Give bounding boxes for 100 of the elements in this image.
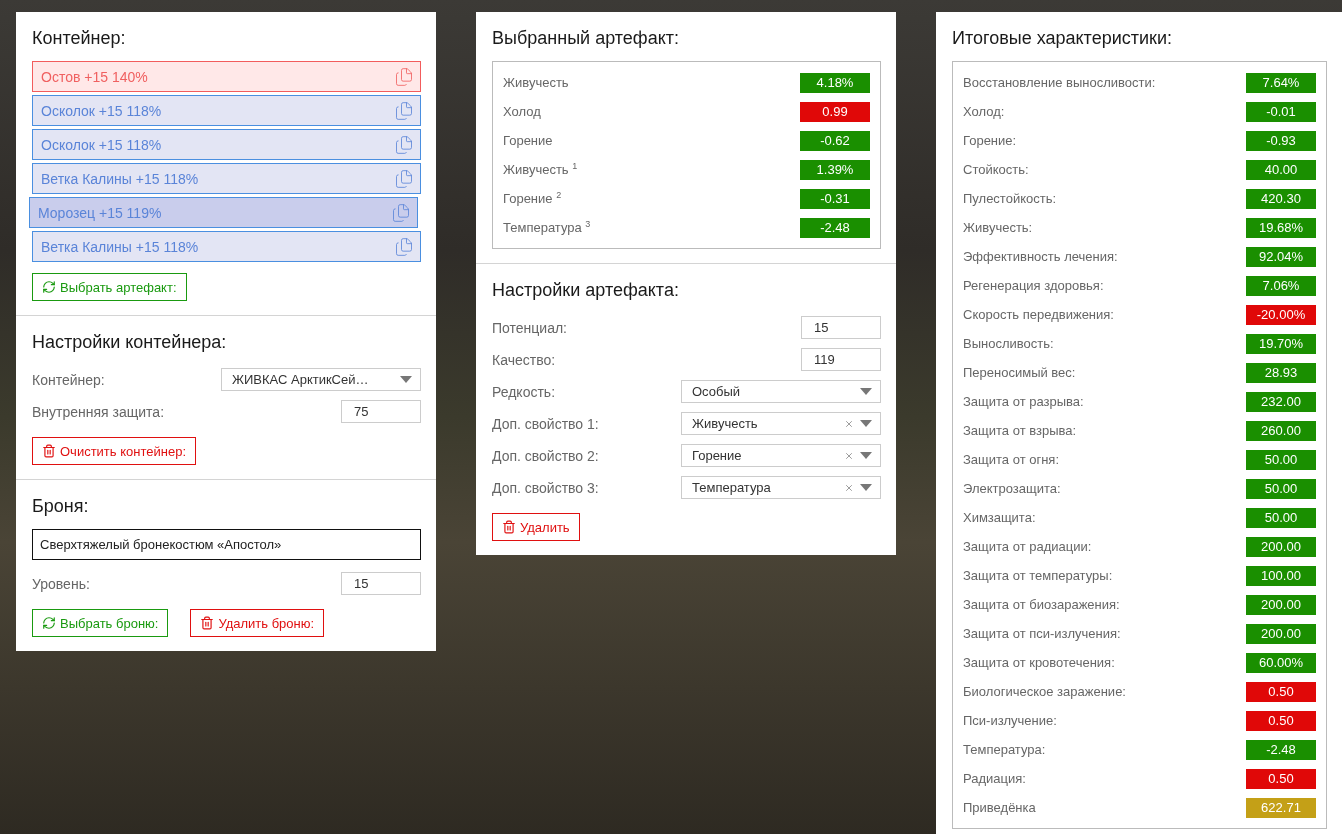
stat-label: Горение $^{2}$ xyxy=(503,190,562,207)
number-input[interactable]: 119 xyxy=(801,348,881,371)
stat-label: Защита от температуры: xyxy=(963,568,1113,583)
clear-container-button[interactable]: Очистить контейнер: xyxy=(32,437,196,465)
stat-value: -0.01 xyxy=(1246,101,1316,122)
clear-icon[interactable] xyxy=(844,450,854,461)
stat-value: 100.00 xyxy=(1246,565,1316,586)
stat-value: 0.50 xyxy=(1246,681,1316,702)
section-title: Броня: xyxy=(32,495,90,518)
stat-value: 40.00 xyxy=(1246,159,1316,180)
select-armor-button[interactable]: Выбрать броню: xyxy=(32,609,169,637)
stat-label: Переносимый вес: xyxy=(963,365,1076,380)
artifact-item[interactable]: Ветка Калины +15 118% xyxy=(32,163,421,194)
artifact-item[interactable]: Ветка Калины +15 118% xyxy=(32,231,421,262)
stat-label: Эффективность лечения: xyxy=(963,249,1118,264)
caret-icon xyxy=(860,420,872,427)
clear-icon[interactable] xyxy=(844,482,854,493)
stat-label: Защита от кровотечения: xyxy=(963,655,1115,670)
stat-value: 50.00 xyxy=(1246,507,1316,528)
select-field[interactable]: Горение xyxy=(681,444,881,467)
field-label: Уровень: xyxy=(32,575,90,592)
field-label: Редкость: xyxy=(492,383,556,400)
section-title: Настройки контейнера: xyxy=(32,331,228,354)
stat-value: -0.62 xyxy=(800,130,870,151)
stat-value: 50.00 xyxy=(1246,478,1316,499)
stat-value: 60.00% xyxy=(1246,652,1316,673)
stat-label: Скорость передвижения: xyxy=(963,307,1114,322)
stat-value: 200.00 xyxy=(1246,623,1316,644)
stat-label: Пси-излучение: xyxy=(963,713,1057,728)
stat-label: Защита от биозаражения: xyxy=(963,597,1120,612)
stat-label: Радиация: xyxy=(963,771,1026,786)
select-field[interactable]: ЖИВКАС АрктикСей… xyxy=(221,368,421,391)
stat-label: Электрозащита: xyxy=(963,481,1061,496)
stat-label: Холод: xyxy=(963,104,1005,119)
section-title: Контейнер: xyxy=(32,27,127,50)
artifact-item[interactable]: Остов +15 140% xyxy=(32,61,421,92)
stat-value: -0.93 xyxy=(1246,130,1316,151)
field-label: Контейнер: xyxy=(32,371,105,388)
stat-value: 7.06% xyxy=(1246,275,1316,296)
stat-label: Восстановление выносливости: xyxy=(963,75,1156,90)
stat-value: 50.00 xyxy=(1246,449,1316,470)
delete-button[interactable]: Удалить xyxy=(492,513,580,541)
stat-label: Живучесть xyxy=(503,75,569,90)
stat-label: Защита от радиации: xyxy=(963,539,1092,554)
stat-value: 19.68% xyxy=(1246,217,1316,238)
remove-armor-button[interactable]: Удалить броню: xyxy=(190,609,325,637)
caret-icon xyxy=(400,376,412,383)
copy-icon[interactable] xyxy=(391,202,411,223)
stat-label: Выносливость: xyxy=(963,336,1054,351)
field-label: Потенциал: xyxy=(492,319,567,336)
stat-label: Холод xyxy=(503,104,541,119)
stat-value: 0.50 xyxy=(1246,768,1316,789)
stat-value: 0.99 xyxy=(800,101,870,122)
field-label: Доп. свойство 2: xyxy=(492,447,599,464)
stat-value: 92.04% xyxy=(1246,246,1316,267)
copy-icon[interactable] xyxy=(394,236,414,257)
field-label: Доп. свойство 3: xyxy=(492,479,599,496)
trash-icon xyxy=(42,444,56,458)
select-field[interactable]: Живучесть xyxy=(681,412,881,435)
stat-label: Горение xyxy=(503,133,553,148)
trash-icon xyxy=(200,616,215,630)
stat-label: Регенерация здоровья: xyxy=(963,278,1104,293)
artifact-item[interactable]: Осколок +15 118% xyxy=(32,95,421,126)
section-title: Настройки артефакта: xyxy=(492,279,680,302)
stat-value: 19.70% xyxy=(1246,333,1316,354)
number-input[interactable]: 15 xyxy=(801,316,881,339)
stat-value: 622.71 xyxy=(1246,797,1316,818)
trash-icon xyxy=(502,520,516,534)
stat-label: Живучесть: xyxy=(963,220,1033,235)
stat-value: 200.00 xyxy=(1246,536,1316,557)
clear-icon[interactable] xyxy=(844,418,854,429)
stat-label: Приведёнка xyxy=(963,800,1036,815)
stat-label: Химзащита: xyxy=(963,510,1036,525)
stat-value: 200.00 xyxy=(1246,594,1316,615)
stat-value: 0.50 xyxy=(1246,710,1316,731)
refresh-icon xyxy=(42,616,56,630)
select-field[interactable]: Особый xyxy=(681,380,881,403)
number-input[interactable]: 75 xyxy=(341,400,421,423)
stat-label: Защита от взрыва: xyxy=(963,423,1077,438)
copy-icon[interactable] xyxy=(394,134,414,155)
stat-value: 232.00 xyxy=(1246,391,1316,412)
stat-label: Температура $^{3}$ xyxy=(503,219,591,236)
stat-value: 4.18% xyxy=(800,72,870,93)
stat-label: Горение: xyxy=(963,133,1017,148)
stat-value: -20.00% xyxy=(1246,304,1316,325)
stat-value: -0.31 xyxy=(800,188,870,209)
armor-name-field[interactable]: Сверхтяжелый бронекостюм «Апостол» xyxy=(32,529,421,560)
stat-value: 420.30 xyxy=(1246,188,1316,209)
copy-icon[interactable] xyxy=(394,168,414,189)
copy-icon[interactable] xyxy=(394,66,414,87)
copy-icon[interactable] xyxy=(394,100,414,121)
stat-label: Температура: xyxy=(963,742,1046,757)
refresh-icon xyxy=(42,280,56,294)
artifact-item[interactable]: Осколок +15 118% xyxy=(32,129,421,160)
stat-label: Защита от огня: xyxy=(963,452,1059,467)
number-input[interactable]: 15 xyxy=(341,572,421,595)
select-artifact-button[interactable]: Выбрать артефакт: xyxy=(32,273,187,301)
stat-value: -2.48 xyxy=(1246,739,1316,760)
select-field[interactable]: Температура xyxy=(681,476,881,499)
stat-label: Стойкость: xyxy=(963,162,1029,177)
